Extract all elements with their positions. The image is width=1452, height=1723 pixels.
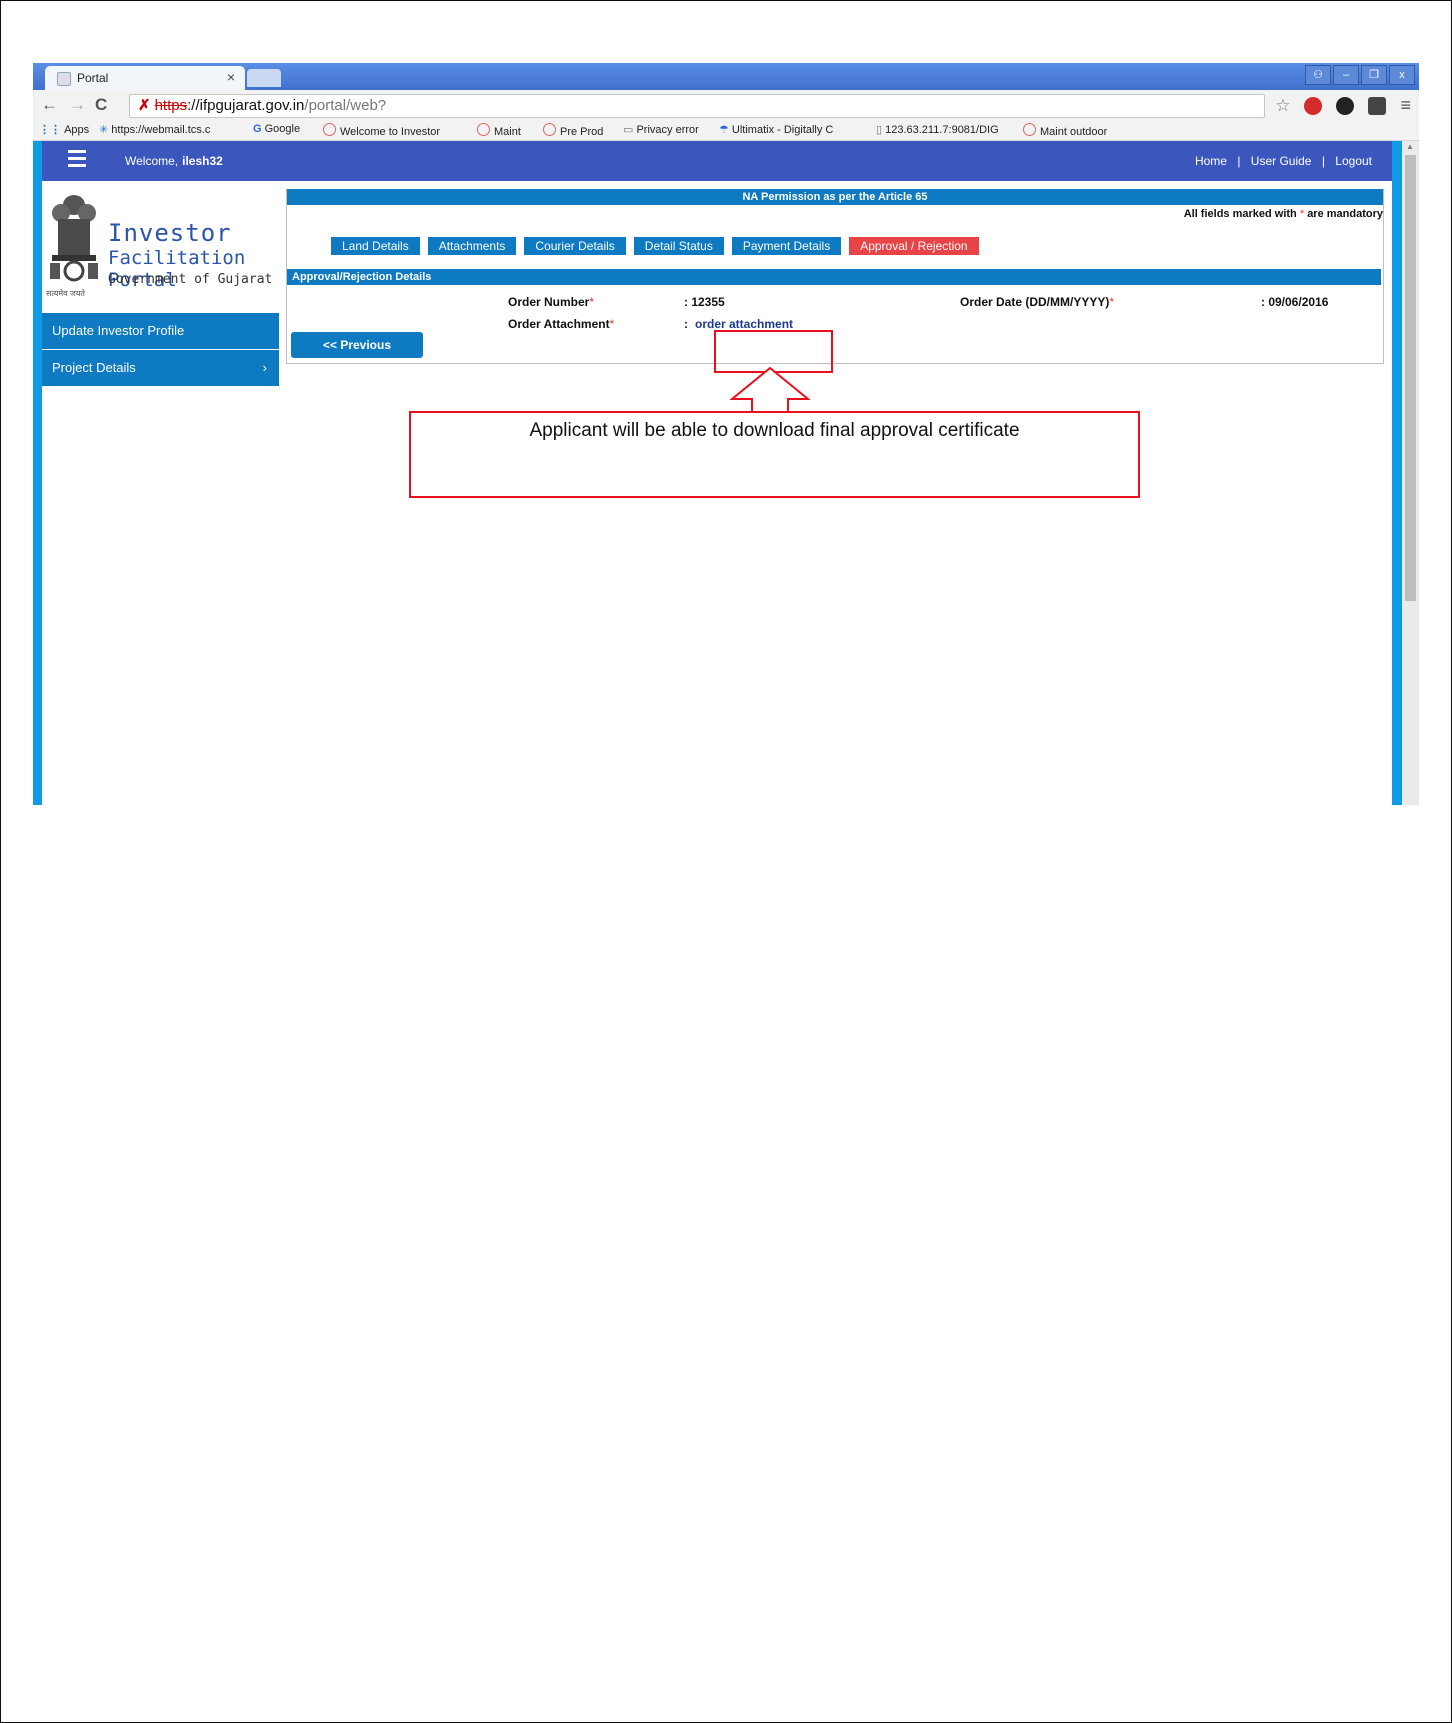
bookmark-icon (477, 123, 490, 136)
bookmark-google[interactable]: G Google (253, 123, 300, 135)
top-links: Home | User Guide | Logout (1194, 154, 1372, 168)
privacy-icon: ▭ (623, 124, 637, 136)
document-icon: ▯ (876, 124, 886, 136)
tab-payment-details[interactable]: Payment Details (731, 237, 842, 255)
url-field[interactable]: ✗ https://ifpgujarat.gov.in/portal/web? (129, 94, 1265, 118)
section-title: Approval/Rejection Details (287, 269, 1381, 285)
insecure-lock-icon: ✗ (138, 97, 151, 114)
emblem-motto: सत्यमेव जयते (46, 289, 85, 298)
apps-grid-icon: ⋮⋮ (39, 124, 65, 136)
left-accent-strip (33, 141, 42, 805)
tab-close-icon[interactable]: × (227, 69, 235, 85)
order-date-value: : 09/06/2016 (1261, 295, 1329, 309)
url-host: ://ifpgujarat.gov.in (187, 97, 305, 114)
order-date-label: Order Date (DD/MM/YYYY)* (960, 295, 1115, 309)
tab-courier-details[interactable]: Courier Details (524, 237, 626, 255)
google-icon: G (253, 123, 265, 135)
bookmark-apps[interactable]: ⋮⋮ Apps (39, 123, 89, 136)
sidebar-item-project-details[interactable]: Project Details › (42, 350, 279, 386)
order-number-label: Order Number* (508, 295, 595, 309)
portal-header: Welcome, ilesh32 Home | User Guide | Logo… (42, 141, 1392, 181)
restore-button[interactable]: ❐ (1361, 65, 1387, 85)
scrollbar-thumb[interactable] (1405, 155, 1416, 601)
right-accent-strip (1392, 141, 1402, 805)
minimize-button[interactable]: – (1333, 65, 1359, 85)
url-path: /portal/web? (304, 97, 387, 114)
bookmark-maint[interactable]: Maint (477, 123, 521, 138)
logo-line-investor: Investor (108, 219, 232, 247)
extension-square-icon[interactable] (1368, 96, 1387, 115)
portal-logo[interactable]: Investor Facilitation Portal Government … (46, 189, 278, 299)
new-tab-button[interactable] (247, 69, 281, 87)
form-panel: NA Permission as per the Article 65 All … (286, 189, 1384, 364)
bookmark-ip[interactable]: ▯ 123.63.211.7:9081/DIG (876, 123, 999, 136)
hamburger-menu-icon[interactable] (68, 150, 86, 171)
bookmark-icon (1023, 123, 1036, 136)
window-controls: ⚇ – ❐ x (1305, 65, 1415, 85)
vertical-scrollbar[interactable]: ▲ (1402, 141, 1419, 805)
bookmark-icon (323, 123, 336, 136)
sidebar-item-update-profile[interactable]: Update Investor Profile (42, 313, 279, 349)
adblock-icon[interactable] (1304, 96, 1323, 115)
url-scheme: https (154, 97, 188, 114)
logo-line-government: Government of Gujarat (108, 272, 273, 287)
order-attachment-colon: : (684, 317, 688, 331)
bookmark-maint-outdoor[interactable]: Maint outdoor (1023, 123, 1107, 138)
logout-link[interactable]: Logout (1335, 154, 1372, 168)
page-favicon-icon (57, 72, 71, 86)
ultimatix-icon: ☂ (719, 124, 732, 136)
order-attachment-link[interactable]: order attachment (695, 317, 793, 331)
star-icon[interactable]: ☆ (1275, 96, 1290, 116)
user-guide-link[interactable]: User Guide (1251, 154, 1312, 168)
address-bar-row: ← → C ✗ https://ifpgujarat.gov.in/portal/… (33, 90, 1419, 120)
tab-detail-status[interactable]: Detail Status (633, 237, 724, 255)
national-emblem-icon (50, 195, 98, 282)
tab-approval-rejection[interactable]: Approval / Rejection (849, 237, 979, 255)
bookmarks-bar: ⋮⋮ Apps ✳ https://webmail.tcs.c G Google… (33, 120, 1419, 141)
scroll-up-icon[interactable]: ▲ (1406, 142, 1414, 151)
order-number-value: : 12355 (684, 295, 725, 309)
tab-bar: Portal × ⚇ – ❐ x (33, 63, 1419, 90)
reload-icon[interactable]: C (95, 95, 107, 115)
tab-title: Portal (77, 71, 109, 85)
menu-icon[interactable]: ≡ (1400, 95, 1411, 116)
callout-text: Applicant will be able to download final… (529, 420, 1020, 441)
chevron-right-icon: › (262, 360, 267, 375)
bookmark-privacy-error[interactable]: ▭ Privacy error (623, 123, 699, 136)
welcome-text: Welcome, ilesh32 (125, 154, 223, 168)
forward-icon[interactable]: → (69, 95, 86, 115)
extension-circle-icon[interactable] (1336, 96, 1355, 115)
close-window-button[interactable]: x (1389, 65, 1415, 85)
bookmark-webmail[interactable]: ✳ https://webmail.tcs.c (99, 123, 210, 136)
bookmark-welcome[interactable]: Welcome to Investor (323, 123, 440, 138)
annotation-callout: Applicant will be able to download final… (409, 411, 1140, 498)
back-icon[interactable]: ← (41, 95, 58, 115)
user-icon[interactable]: ⚇ (1305, 65, 1331, 85)
browser-tab[interactable]: Portal × (45, 66, 245, 90)
form-tabs: Land Details Attachments Courier Details… (331, 237, 979, 255)
bookmark-ultimatix[interactable]: ☂ Ultimatix - Digitally C (719, 123, 833, 136)
tab-attachments[interactable]: Attachments (427, 237, 517, 255)
webmail-icon: ✳ (99, 124, 112, 136)
bookmark-preprod[interactable]: Pre Prod (543, 123, 603, 138)
home-link[interactable]: Home (1195, 154, 1227, 168)
sidebar-menu: Update Investor Profile Project Details … (42, 313, 279, 387)
bookmark-icon (543, 123, 556, 136)
previous-button[interactable]: << Previous (291, 332, 423, 358)
extension-icons: ☆ ≡ (1275, 95, 1411, 116)
tab-land-details[interactable]: Land Details (331, 237, 420, 255)
order-attachment-label: Order Attachment* (508, 317, 615, 331)
callout-arrow-icon (730, 367, 810, 415)
username: ilesh32 (182, 154, 223, 168)
mandatory-note: All fields marked with * are mandatory (1183, 208, 1383, 220)
form-title: NA Permission as per the Article 65 (287, 189, 1383, 205)
